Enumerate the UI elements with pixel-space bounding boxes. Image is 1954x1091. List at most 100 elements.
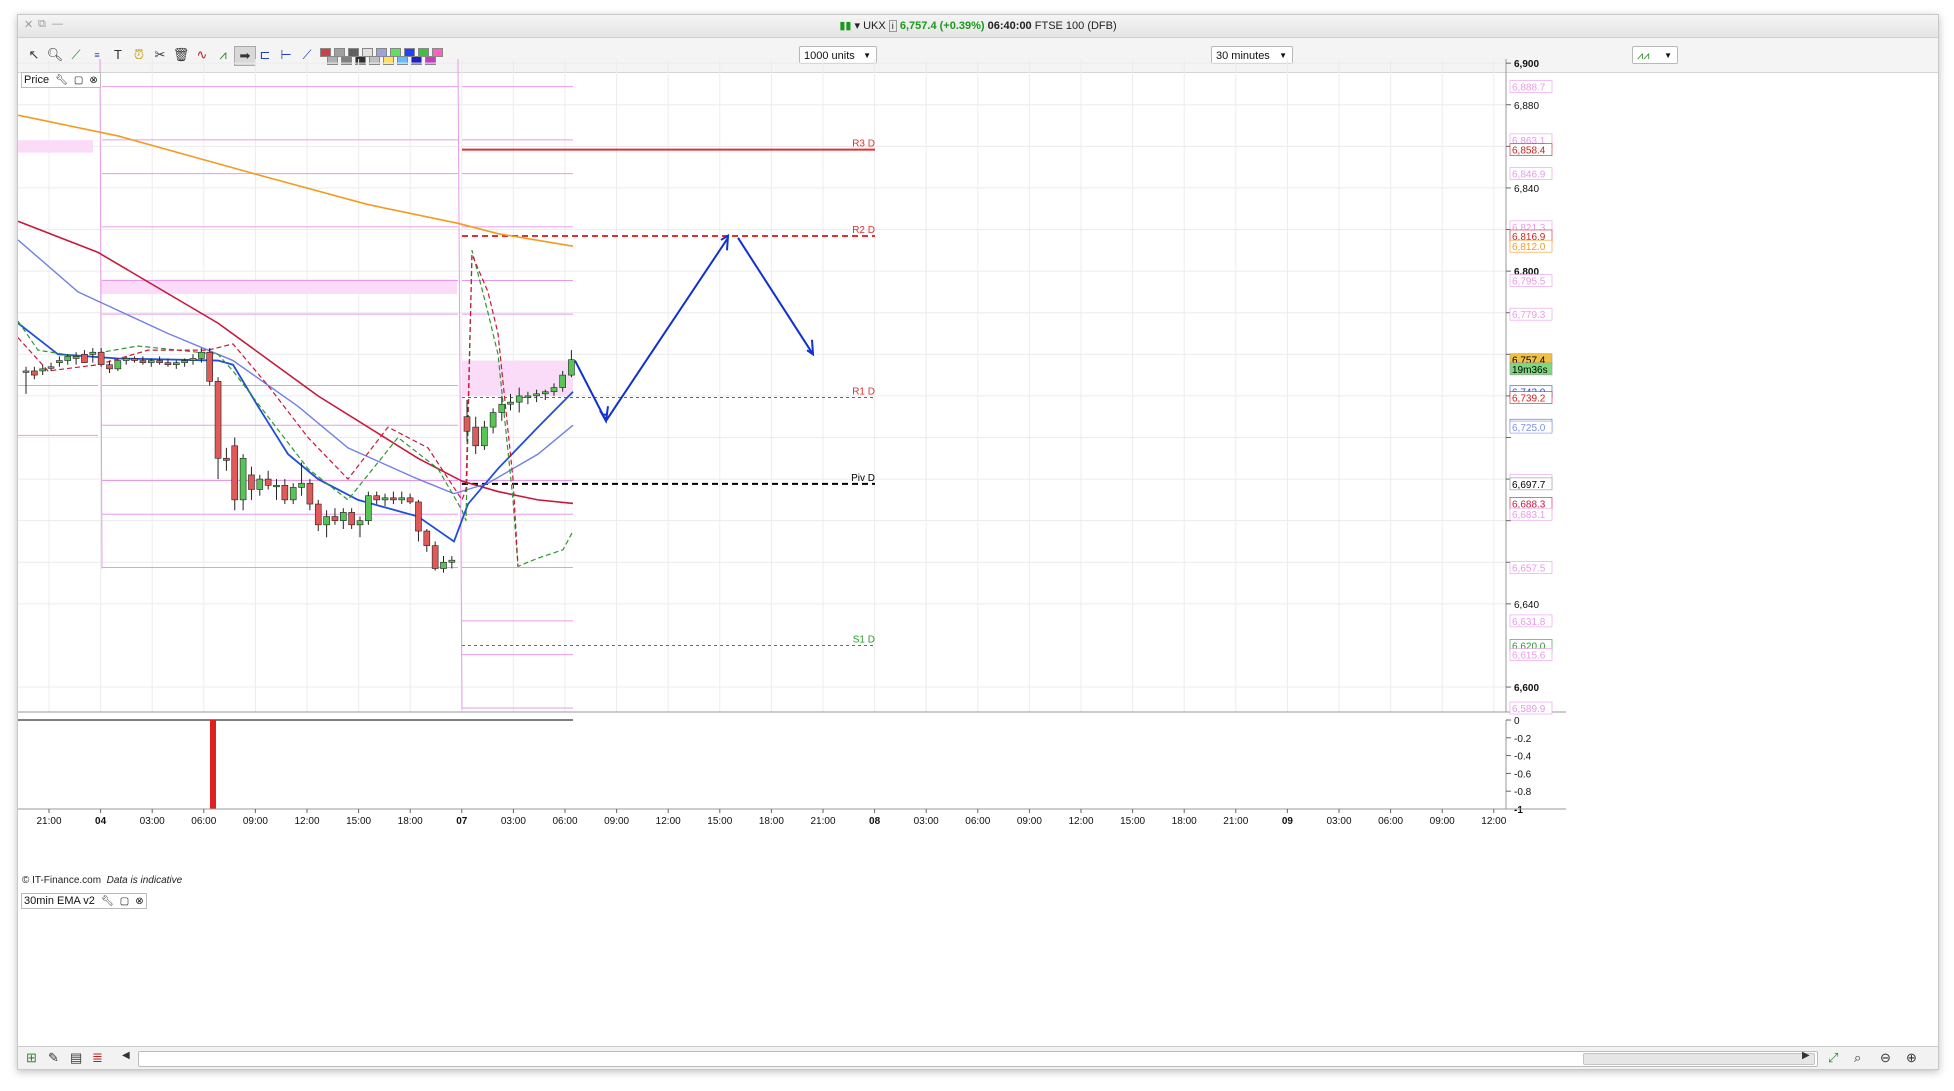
price-label: 6,779.3: [1512, 310, 1546, 321]
candle-down: [331, 516, 339, 521]
indicator-tick-label: -0.4: [1514, 752, 1532, 763]
edit-icon[interactable]: ✎: [48, 1050, 59, 1066]
scroll-left-icon[interactable]: ◀: [122, 1050, 130, 1061]
candle-down: [139, 360, 147, 363]
time-tick-label: 09: [1282, 816, 1294, 827]
candle-down: [373, 495, 381, 501]
price-label: 6,697.7: [1512, 480, 1546, 491]
pivot-zone: [18, 140, 93, 153]
close-icon[interactable]: ⊗: [89, 74, 97, 88]
pivot-level-label: Piv D: [851, 473, 875, 484]
layers-icon[interactable]: ▤: [70, 1050, 82, 1066]
candle-up: [89, 351, 97, 355]
candle-up: [356, 520, 364, 526]
donchian-red-line: [18, 254, 519, 567]
scroll-right-icon[interactable]: ▶: [1802, 1050, 1810, 1061]
fit-icon[interactable]: ⌕: [1854, 1050, 1861, 1066]
time-tick-label: 15:00: [1120, 816, 1145, 827]
indicator-panel-title: 30min EMA v2: [24, 895, 95, 907]
candle-up: [489, 412, 497, 428]
wrench-icon[interactable]: 🔧︎: [55, 74, 68, 88]
candle-down: [156, 360, 163, 363]
footer-bar: ⊞ ✎ ▤ ≣ ◀ ▶ ⤢ ⌕ ⊖ ⊕: [18, 1046, 1938, 1069]
price-tick-label: 6,640: [1514, 600, 1539, 611]
time-tick-label: 09:00: [1430, 816, 1455, 827]
time-tick-label: 15:00: [707, 816, 732, 827]
pivot-level-label: R3 D: [852, 139, 875, 150]
time-scrollbar[interactable]: [138, 1051, 1818, 1067]
price-label: 6,888.7: [1512, 83, 1546, 94]
new-chart-icon[interactable]: ⊞: [26, 1050, 37, 1066]
forecast-path: [574, 237, 814, 423]
scrollbar-thumb[interactable]: [1583, 1053, 1815, 1065]
close-icon[interactable]: ⊗: [135, 895, 143, 909]
candle-down: [406, 497, 414, 503]
candle-up: [22, 370, 30, 373]
price-tick-label: 6,880: [1514, 101, 1539, 112]
candle-up: [189, 358, 197, 361]
time-tick-label: 12:00: [1068, 816, 1093, 827]
pivot-level-label: R2 D: [852, 225, 875, 236]
candle-up: [289, 487, 297, 501]
candle-down: [214, 381, 222, 459]
pivot-level-label: R1 D: [852, 387, 875, 398]
time-tick-label: 04: [95, 816, 107, 827]
candle-up: [64, 356, 72, 361]
candle-down: [390, 497, 397, 501]
time-tick-label: 03:00: [914, 816, 939, 827]
candle-down: [231, 445, 239, 501]
zoom-out-icon[interactable]: ⊖: [1880, 1050, 1891, 1066]
credit-note: Data is indicative: [106, 875, 183, 886]
candle-up: [72, 356, 80, 359]
indicator-tick-label: -0.6: [1514, 769, 1532, 780]
window-icon[interactable]: ▢: [120, 895, 129, 909]
candle-up: [398, 497, 406, 501]
time-tick-label: 18:00: [759, 816, 784, 827]
price-label: 6,725.0: [1512, 423, 1546, 434]
candle-up: [256, 478, 264, 490]
candle-up: [298, 482, 305, 488]
trading-window: ✕ ⧉ — ▮▮ ▾ UKX i 6,757.4 (+0.39%) 06:40:…: [17, 14, 1939, 1070]
price-label: 19m36s: [1512, 365, 1548, 376]
price-panel-label: Price 🔧︎ ▢ ⊗: [21, 72, 101, 88]
price-tick-label: 6,840: [1514, 184, 1539, 195]
wrench-icon[interactable]: 🔧︎: [101, 895, 114, 909]
time-tick-label: 12:00: [656, 816, 681, 827]
time-tick-label: 12:00: [294, 816, 319, 827]
price-label: 6,589.9: [1512, 704, 1546, 715]
price-tick-label: 6,900: [1514, 59, 1539, 70]
candle-up: [122, 358, 130, 361]
time-tick-label: 06:00: [191, 816, 216, 827]
forecast-arrowhead: [599, 406, 609, 424]
time-tick-label: 03:00: [140, 816, 165, 827]
time-tick-label: 07: [456, 816, 468, 827]
time-tick-label: 15:00: [346, 816, 371, 827]
indicator-list-icon[interactable]: ≣: [92, 1050, 103, 1066]
time-tick-label: 09:00: [604, 816, 629, 827]
price-label: 6,615.6: [1512, 651, 1546, 662]
candle-up: [239, 457, 247, 501]
indicator-tick-label: -1: [1514, 805, 1523, 816]
candle-up: [339, 512, 347, 521]
price-label: 6,795.5: [1512, 276, 1546, 287]
candle-up: [181, 360, 188, 363]
price-chart[interactable]: R3 DR2 DR1 DPiv DS1 D6,6006,6406,7006,74…: [18, 15, 1938, 1069]
window-icon[interactable]: ▢: [74, 74, 83, 88]
time-tick-label: 06:00: [552, 816, 577, 827]
time-tick-label: 09:00: [1017, 816, 1042, 827]
indicator-tick-label: -0.2: [1514, 734, 1532, 745]
price-label: 6,683.1: [1512, 510, 1546, 521]
indicator-bar: [210, 720, 216, 809]
price-tick-label: 6,600: [1514, 683, 1539, 694]
candle-down: [463, 416, 471, 432]
candle-down: [164, 362, 172, 366]
candle-up: [481, 426, 488, 447]
indicator-tick-label: -0.8: [1514, 787, 1532, 798]
time-tick-label: 18:00: [398, 816, 423, 827]
candle-up: [559, 374, 567, 388]
time-tick-label: 21:00: [810, 816, 835, 827]
price-label: 6,858.4: [1512, 146, 1546, 157]
candle-up: [498, 403, 506, 413]
zoom-in-icon[interactable]: ⊕: [1906, 1050, 1917, 1066]
auto-scale-icon[interactable]: ⤢: [1828, 1050, 1838, 1066]
